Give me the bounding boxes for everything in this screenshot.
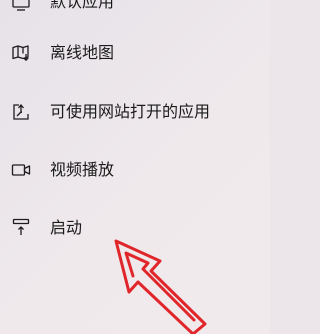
video-camera-icon: [11, 160, 31, 180]
nav-item-default-apps[interactable]: 默认应用: [0, 0, 270, 30]
nav-item-offline-maps[interactable]: 离线地图: [0, 27, 270, 83]
nav-label-apps-for-websites: 可使用网站打开的应用: [50, 102, 211, 121]
startup-icon: [11, 217, 31, 237]
default-apps-icon: [11, 0, 31, 12]
nav-label-default-apps: 默认应用: [50, 0, 115, 11]
nav-item-startup[interactable]: 启动: [0, 202, 270, 258]
settings-apps-nav: 默认应用 离线地图 可使用网站打开的应用 视频播放 启动: [0, 0, 270, 334]
nav-label-startup: 启动: [50, 218, 83, 237]
nav-label-video-playback: 视频播放: [50, 160, 115, 179]
offline-map-icon: [11, 43, 31, 63]
apps-for-websites-icon: [11, 102, 31, 122]
nav-label-offline-maps: 离线地图: [50, 43, 115, 62]
nav-item-video-playback[interactable]: 视频播放: [0, 144, 270, 200]
nav-item-apps-for-websites[interactable]: 可使用网站打开的应用: [0, 86, 270, 142]
